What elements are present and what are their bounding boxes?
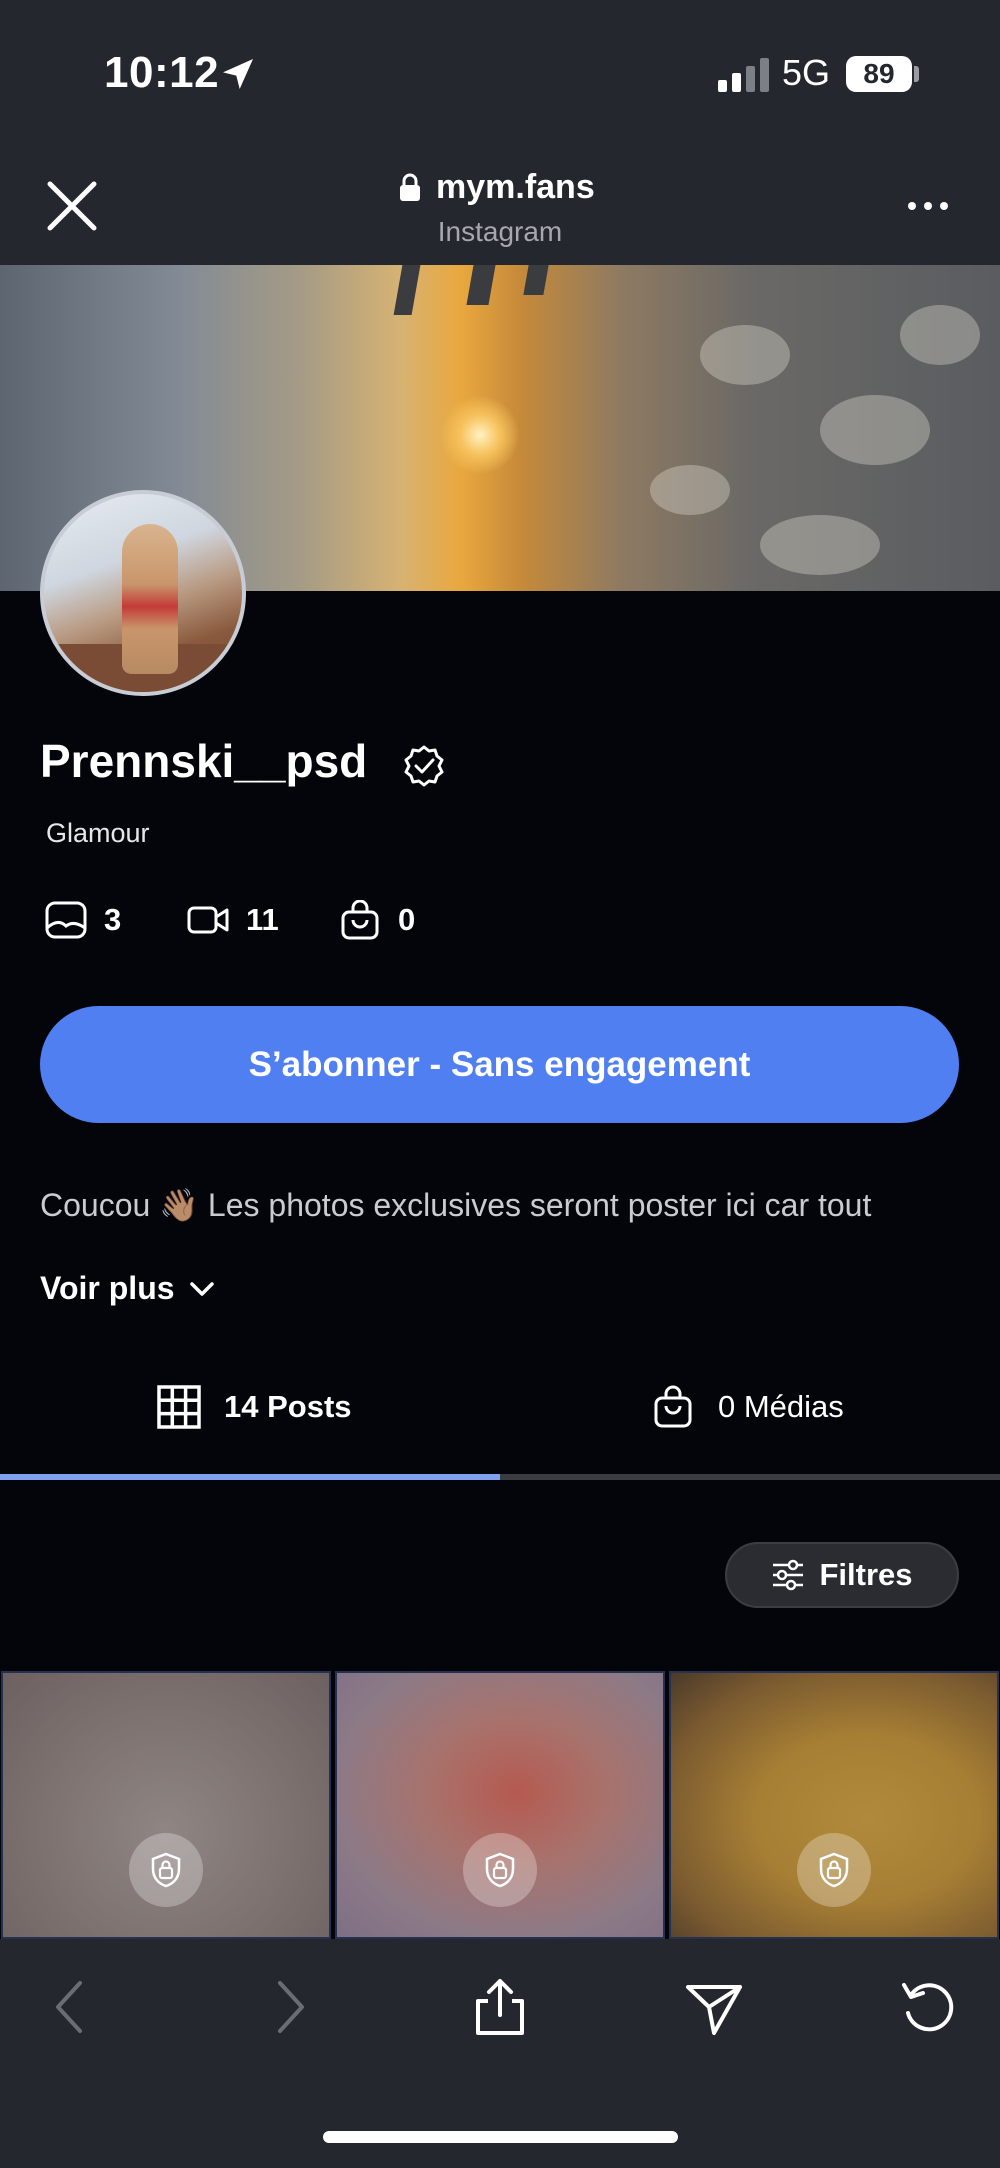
profile-category: Glamour xyxy=(46,818,150,848)
filters-label: Filtres xyxy=(819,1557,913,1592)
shop-count-value: 0 xyxy=(398,902,416,937)
bag-icon xyxy=(654,1385,692,1428)
bio-fade xyxy=(0,1232,1000,1260)
share-icon[interactable] xyxy=(470,1977,530,2037)
post-thumbnail[interactable] xyxy=(335,1671,665,1939)
more-options-icon[interactable] xyxy=(906,198,950,214)
status-bar: 10:12 5G 89 xyxy=(0,0,1000,150)
back-arrow-icon[interactable] xyxy=(42,1977,102,2037)
profile-bio: Coucou 👋🏽 Les photos exclusives seront p… xyxy=(40,1187,872,1223)
photos-count: 3 xyxy=(44,898,121,942)
photo-icon xyxy=(45,901,87,939)
battery-icon: 89 xyxy=(846,56,912,92)
tab-posts[interactable]: 14 Posts xyxy=(156,1380,352,1434)
locked-badge xyxy=(463,1833,537,1907)
send-icon[interactable] xyxy=(684,1977,744,2037)
see-more-link[interactable]: Voir plus xyxy=(40,1270,215,1307)
url-text[interactable]: mym.fans xyxy=(436,168,595,207)
photos-count-value: 3 xyxy=(104,902,122,937)
cellular-signal-icon xyxy=(718,58,769,92)
lock-icon xyxy=(819,1852,849,1888)
video-camera-icon xyxy=(187,906,229,934)
grid-icon xyxy=(157,1385,201,1429)
tab-medias[interactable]: 0 Médias xyxy=(650,1380,844,1434)
post-thumbnail[interactable] xyxy=(1,1671,331,1939)
chevron-down-icon xyxy=(189,1281,214,1296)
sliders-icon xyxy=(773,1559,804,1591)
lock-icon xyxy=(151,1852,181,1888)
videos-count-value: 11 xyxy=(246,902,279,937)
shop-count: 0 xyxy=(338,898,415,942)
browser-header: mym.fans Instagram xyxy=(0,150,1000,265)
videos-count: 11 xyxy=(186,898,279,942)
verified-badge-icon xyxy=(404,745,444,787)
forward-arrow-icon[interactable] xyxy=(258,1977,318,2037)
home-indicator xyxy=(323,2131,678,2143)
tab-medias-label: 0 Médias xyxy=(718,1389,844,1424)
locked-badge xyxy=(129,1833,203,1907)
tab-posts-label: 14 Posts xyxy=(224,1389,352,1424)
filters-button[interactable]: Filtres xyxy=(725,1542,959,1608)
source-label: Instagram xyxy=(437,216,563,247)
post-thumbnail[interactable] xyxy=(669,1671,999,1939)
tab-active-indicator xyxy=(0,1474,500,1480)
locked-badge xyxy=(797,1833,871,1907)
subscribe-button[interactable]: S’abonner - Sans engagement xyxy=(40,1006,959,1123)
lock-icon xyxy=(400,173,420,201)
reload-icon[interactable] xyxy=(898,1977,958,2037)
battery-tip xyxy=(914,66,919,82)
shopping-bag-icon xyxy=(341,900,379,940)
lock-icon xyxy=(485,1852,515,1888)
avatar[interactable] xyxy=(40,490,246,696)
see-more-label: Voir plus xyxy=(40,1270,175,1306)
clock: 10:12 xyxy=(104,48,220,97)
profile-username: Prennski__psd xyxy=(40,735,368,787)
network-type: 5G xyxy=(782,52,831,93)
location-arrow-icon xyxy=(223,59,253,89)
browser-toolbar xyxy=(0,1939,1000,2168)
